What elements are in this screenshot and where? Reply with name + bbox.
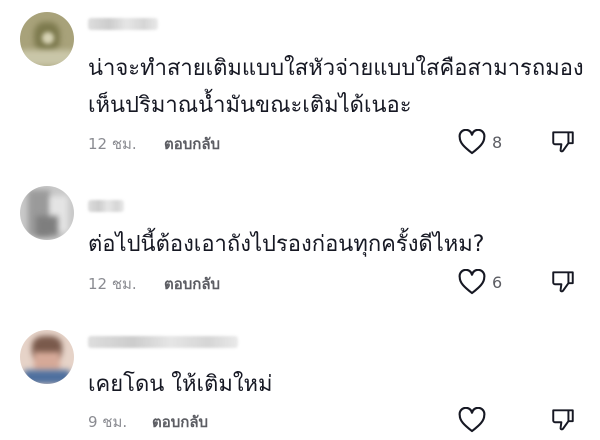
like-count: 8	[492, 132, 503, 152]
reply-button[interactable]: ตอบกลับ	[152, 410, 208, 434]
username[interactable]	[88, 200, 124, 212]
reply-button[interactable]: ตอบกลับ	[164, 272, 220, 296]
avatar[interactable]	[20, 330, 74, 384]
comment-text-line: เคยโดน ให้เติมใหม่	[88, 372, 273, 397]
avatar[interactable]	[20, 12, 74, 66]
comment-item: ต่อไปนี้ต้องเอาถังไปรองก่อนทุกครั้งดีไหม…	[0, 170, 600, 310]
like-button[interactable]	[458, 406, 518, 434]
comment-item: น่าจะทำสายเติมแบบใสหัวจ่ายแบบใสคือสามารถ…	[0, 0, 600, 170]
comment-item: เคยโดน ให้เติมใหม่ 9 ชม. ตอบกลับ	[0, 310, 600, 440]
comment-text-line: เห็นปริมาณน้ำมันขณะเติมได้เนอะ	[88, 93, 412, 118]
heart-icon	[458, 407, 486, 433]
thumbs-down-icon	[552, 131, 574, 153]
comment-text-line: ต่อไปนี้ต้องเอาถังไปรองก่อนทุกครั้งดีไหม…	[88, 232, 485, 257]
comment-text: เคยโดน ให้เติมใหม่	[88, 366, 588, 403]
comment-time: 12 ชม.	[88, 135, 137, 153]
username[interactable]	[88, 336, 238, 348]
dislike-button[interactable]	[550, 128, 578, 156]
like-button[interactable]: 6	[458, 268, 518, 296]
heart-icon	[458, 269, 486, 295]
thumbs-down-icon	[552, 271, 574, 293]
comment-text: ต่อไปนี้ต้องเอาถังไปรองก่อนทุกครั้งดีไหม…	[88, 226, 588, 263]
like-button[interactable]: 8	[458, 128, 518, 156]
username[interactable]	[88, 18, 158, 30]
like-count: 6	[492, 272, 503, 292]
avatar[interactable]	[20, 186, 74, 240]
dislike-button[interactable]	[550, 406, 578, 434]
reply-button[interactable]: ตอบกลับ	[164, 132, 220, 156]
comment-time: 9 ชม.	[88, 413, 128, 431]
comment-time: 12 ชม.	[88, 275, 137, 293]
dislike-button[interactable]	[550, 268, 578, 296]
comment-text: น่าจะทำสายเติมแบบใสหัวจ่ายแบบใสคือสามารถ…	[88, 50, 588, 124]
comment-text-line: น่าจะทำสายเติมแบบใสหัวจ่ายแบบใสคือสามารถ…	[88, 56, 584, 81]
thumbs-down-icon	[552, 409, 574, 431]
heart-icon	[458, 129, 486, 155]
